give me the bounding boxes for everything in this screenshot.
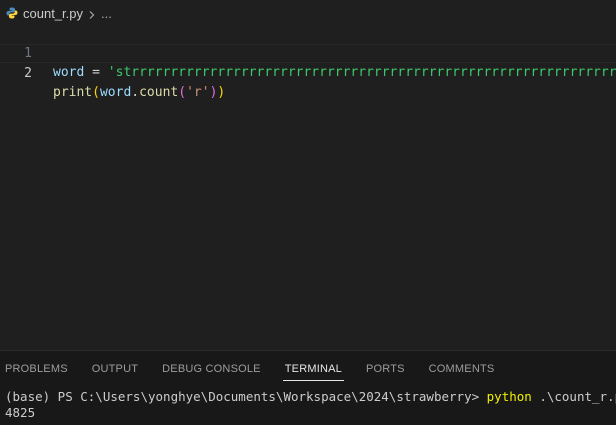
tab-ports[interactable]: PORTS: [354, 351, 417, 387]
code-line[interactable]: 1 word = 'strrrrrrrrrrrrrrrrrrrrrrrrrrrr…: [0, 25, 616, 80]
tab-comments[interactable]: COMMENTS: [417, 351, 507, 387]
tab-terminal[interactable]: TERMINAL: [273, 351, 354, 387]
token-function: print: [53, 85, 93, 100]
python-file-icon: [6, 7, 18, 19]
breadcrumb-more[interactable]: ...: [101, 6, 112, 21]
terminal-output[interactable]: (base) PS C:\Users\yonghye\Documents\Wor…: [5, 389, 616, 421]
chevron-right-icon: [87, 8, 97, 19]
token-method: count: [139, 85, 179, 100]
code-text: word = 'strrrrrrrrrrrrrrrrrrrrrrrrrrrrrr…: [53, 63, 616, 82]
tab-problems[interactable]: PROBLEMS: [0, 351, 80, 387]
token-string: 'r': [186, 85, 210, 100]
token-bracket: (: [92, 85, 100, 100]
code-line-current[interactable]: 2 print(word.count('r')): [0, 44, 616, 100]
tab-debug-console[interactable]: DEBUG CONSOLE: [150, 351, 273, 387]
token-string-start: st: [115, 65, 132, 80]
code-editor[interactable]: 1 word = 'strrrrrrrrrrrrrrrrrrrrrrrrrrrr…: [0, 26, 616, 350]
token-variable: word: [99, 85, 132, 100]
tab-output[interactable]: OUTPUT: [80, 351, 150, 387]
token-string-rest: rrrrrrrrrrrrrrrrrrrrrrrrrrrrrrrrrrrrrrrr…: [131, 65, 616, 80]
token-operator: =: [84, 65, 108, 80]
terminal-command: python: [486, 389, 532, 404]
token-variable: word: [53, 65, 85, 80]
token-operator: .: [131, 85, 140, 100]
token-bracket: ): [217, 85, 226, 100]
terminal-result: 4825: [5, 405, 36, 420]
bottom-panel: PROBLEMS OUTPUT DEBUG CONSOLE TERMINAL P…: [0, 350, 616, 425]
line-number: 2: [24, 66, 32, 81]
breadcrumb-file-name[interactable]: count_r.py: [23, 6, 83, 21]
code-text: print(word.count('r')): [53, 83, 616, 102]
panel-tabs: PROBLEMS OUTPUT DEBUG CONSOLE TERMINAL P…: [0, 351, 506, 387]
terminal-args: .\count_r.py: [539, 389, 616, 404]
breadcrumb: count_r.py ...: [0, 0, 616, 26]
token-string-quote: ': [107, 65, 116, 80]
terminal-prompt: (base) PS C:\Users\yonghye\Documents\Wor…: [5, 389, 487, 404]
token-bracket: (: [178, 85, 187, 100]
